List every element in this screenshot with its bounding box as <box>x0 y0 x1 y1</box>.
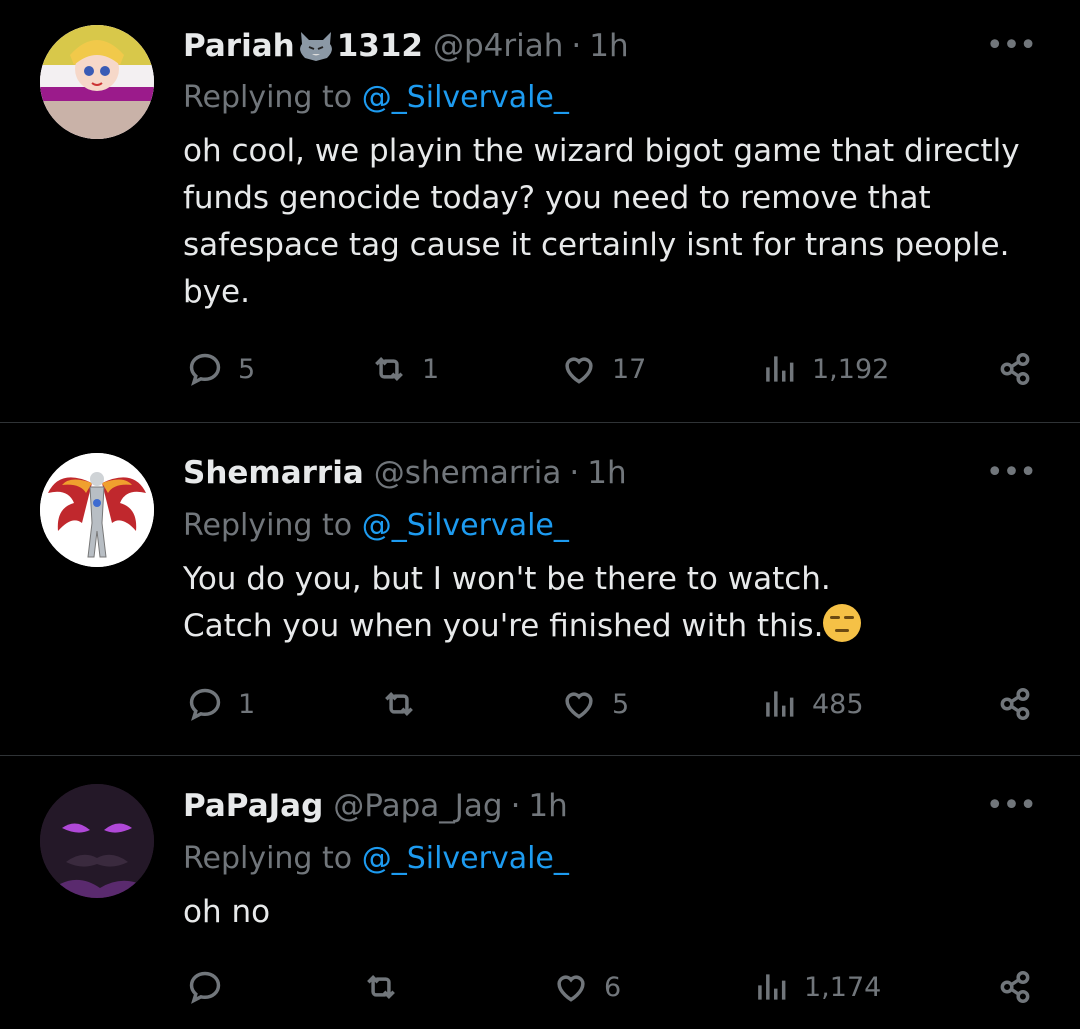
share-icon <box>1000 353 1030 385</box>
more-icon[interactable]: ••• <box>986 28 1037 63</box>
retweet-count: 1 <box>422 353 440 385</box>
reply-icon <box>189 688 221 721</box>
mention-link[interactable]: @_Silvervale_ <box>362 508 569 543</box>
views-count: 1,174 <box>804 971 882 1003</box>
timestamp[interactable]: 1h <box>589 28 628 64</box>
like-button[interactable]: 5 <box>560 685 629 723</box>
more-icon[interactable]: ••• <box>986 788 1037 823</box>
avatar[interactable] <box>40 453 154 567</box>
retweet-icon <box>385 692 413 716</box>
like-button[interactable]: 6 <box>552 968 621 1006</box>
share-icon <box>1000 971 1030 1003</box>
tweet[interactable]: PaPaJag @Papa_Jag · 1h ••• Replying to @… <box>0 756 1080 1029</box>
anime-avatar-image <box>40 25 154 139</box>
display-name[interactable]: PaPaJag <box>183 788 323 824</box>
like-icon <box>565 357 593 384</box>
reply-button[interactable]: 1 <box>186 685 255 723</box>
retweet-icon <box>367 975 395 999</box>
separator-dot: · <box>571 28 582 64</box>
reply-icon <box>189 971 221 1004</box>
views-count: 485 <box>812 688 864 720</box>
user-handle[interactable]: @shemarria <box>374 455 562 491</box>
views-icon <box>766 356 794 382</box>
reply-button[interactable]: 5 <box>186 350 255 388</box>
retweet-button[interactable] <box>362 968 414 1006</box>
tweet-text-line: Catch you when you're finished with this… <box>183 603 1043 650</box>
user-handle[interactable]: @Papa_Jag <box>333 788 502 824</box>
retweet-icon <box>375 357 403 381</box>
like-icon <box>565 692 593 719</box>
mention-link[interactable]: @_Silvervale_ <box>362 841 569 876</box>
tweet-text-line: You do you, but I won't be there to watc… <box>183 561 831 597</box>
views-count: 1,192 <box>812 353 890 385</box>
user-handle[interactable]: @p4riah <box>433 28 563 64</box>
share-icon <box>1000 688 1030 720</box>
wolf-emoji-icon <box>297 30 335 62</box>
replying-prefix: Replying to <box>183 508 353 543</box>
like-count: 5 <box>612 688 630 720</box>
tweet-text: You do you, but I won't be there to watc… <box>183 556 1043 650</box>
views-button[interactable]: 1,192 <box>760 350 889 388</box>
display-name[interactable]: Shemarria <box>183 455 364 491</box>
like-count: 6 <box>604 971 622 1003</box>
like-count: 17 <box>612 353 647 385</box>
masked-face-avatar-image <box>40 784 154 898</box>
display-name[interactable]: Pariah <box>183 28 295 64</box>
unamused-face-emoji-icon <box>823 604 862 642</box>
reply-icon <box>189 353 221 386</box>
avatar[interactable] <box>40 784 154 898</box>
reply-button[interactable] <box>186 968 238 1006</box>
replying-prefix: Replying to <box>183 80 353 115</box>
tweet[interactable]: Shemarria @shemarria · 1h ••• Replying t… <box>0 423 1080 755</box>
replying-to: Replying to @_Silvervale_ <box>183 508 569 543</box>
replying-to: Replying to @_Silvervale_ <box>183 841 569 876</box>
tweet-text-line-content: Catch you when you're finished with this… <box>183 608 824 644</box>
share-button[interactable] <box>996 685 1034 723</box>
share-button[interactable] <box>996 350 1034 388</box>
replying-to: Replying to @_Silvervale_ <box>183 80 569 115</box>
tweet-text: oh no <box>183 894 271 930</box>
replying-prefix: Replying to <box>183 841 353 876</box>
timestamp[interactable]: 1h <box>528 788 567 824</box>
views-button[interactable]: 485 <box>760 685 864 723</box>
views-button[interactable]: 1,174 <box>752 968 881 1006</box>
like-button[interactable]: 17 <box>560 350 646 388</box>
views-icon <box>766 691 794 717</box>
tweet-text: oh cool, we playin the wizard bigot game… <box>183 133 1020 310</box>
mention-link[interactable]: @_Silvervale_ <box>362 80 569 115</box>
share-button[interactable] <box>996 968 1034 1006</box>
reply-count: 5 <box>238 353 256 385</box>
views-icon <box>758 974 786 1000</box>
more-icon[interactable]: ••• <box>986 455 1037 490</box>
timestamp[interactable]: 1h <box>587 455 626 491</box>
retweet-button[interactable]: 1 <box>370 350 439 388</box>
tweet[interactable]: Pariah 1312 @p4riah · 1h ••• Replying to… <box>0 0 1080 422</box>
winged-figure-avatar-image <box>40 453 154 567</box>
display-name-suffix: 1312 <box>336 28 423 64</box>
retweet-button[interactable] <box>380 685 432 723</box>
separator-dot: · <box>510 788 521 824</box>
like-icon <box>557 975 585 1002</box>
separator-dot: · <box>569 455 580 491</box>
reply-count: 1 <box>238 688 256 720</box>
avatar[interactable] <box>40 25 154 139</box>
